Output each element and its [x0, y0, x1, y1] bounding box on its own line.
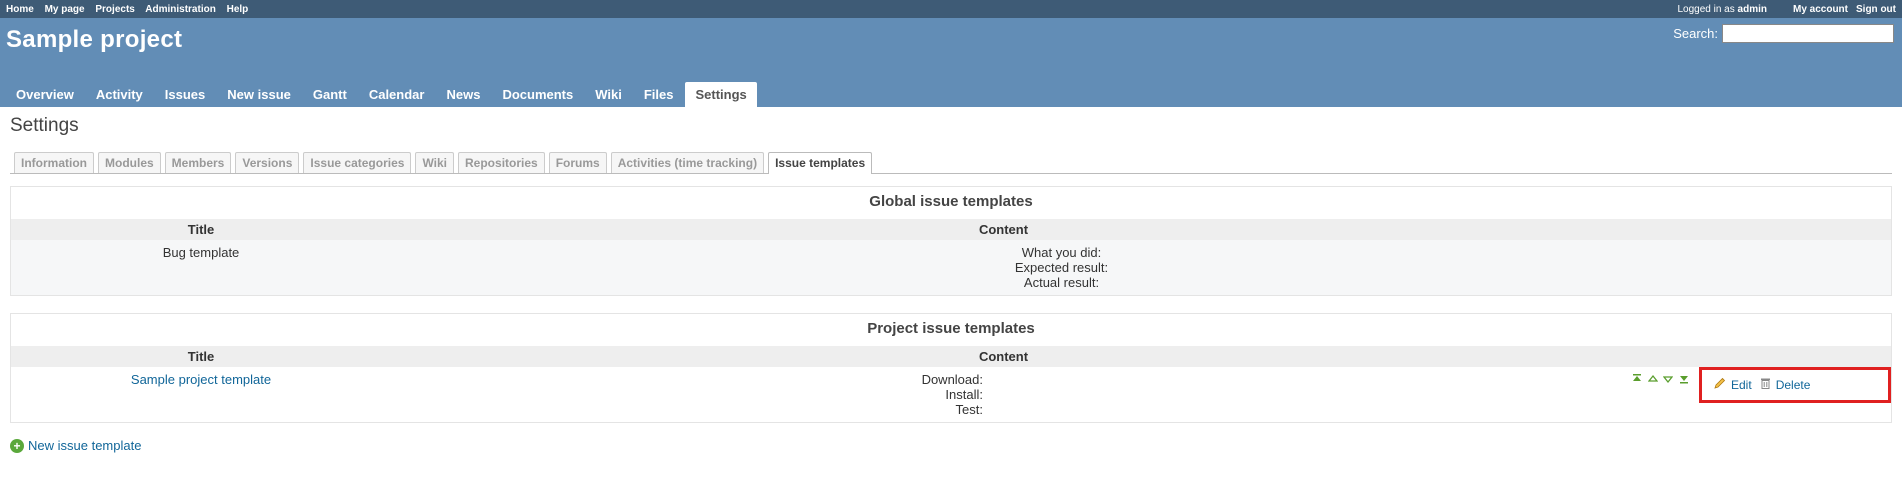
tab-calendar[interactable]: Calendar [359, 82, 435, 107]
top-link-my-page[interactable]: My page [45, 4, 85, 15]
template-actions-highlight: Edit Delete [1699, 367, 1891, 403]
tab-gantt[interactable]: Gantt [303, 82, 357, 107]
column-header-title: Title [11, 219, 391, 240]
my-account-link[interactable]: My account [1793, 4, 1848, 15]
column-header-content: Content [391, 219, 1616, 240]
top-link-home[interactable]: Home [6, 4, 34, 15]
project-templates-heading: Project issue templates [867, 320, 1035, 337]
delete-label: Delete [1775, 377, 1811, 392]
sign-out-link[interactable]: Sign out [1856, 4, 1896, 15]
content-line: Download: [921, 372, 983, 387]
edit-label: Edit [1731, 377, 1752, 392]
column-header-actions [1616, 219, 1891, 240]
tab-activity[interactable]: Activity [86, 82, 153, 107]
settings-tab-versions[interactable]: Versions [235, 152, 300, 173]
tab-overview[interactable]: Overview [6, 82, 84, 107]
column-header-content: Content [391, 346, 1616, 367]
content-line: Expected result: [1014, 260, 1109, 275]
new-issue-template-link[interactable]: + New issue template [10, 438, 1892, 453]
column-header-title: Title [11, 346, 391, 367]
top-link-help[interactable]: Help [227, 4, 249, 15]
template-title-link[interactable]: Sample project template [131, 372, 271, 387]
content-line: Actual result: [1023, 275, 1100, 290]
page-title: Settings [10, 115, 79, 136]
project-templates-table: Title Content Sample project template Do… [11, 346, 1891, 422]
main-menu: Overview Activity Issues New issue Gantt… [6, 82, 759, 107]
settings-tab-members[interactable]: Members [164, 152, 232, 173]
template-title: Bug template [162, 245, 240, 260]
settings-tab-issue-templates[interactable]: Issue templates [768, 152, 873, 174]
delete-button[interactable]: Delete [1760, 377, 1811, 392]
move-up-icon[interactable] [1647, 374, 1659, 384]
settings-tab-wiki[interactable]: Wiki [415, 152, 455, 173]
tab-issues[interactable]: Issues [155, 82, 215, 107]
quick-search: Search: [1673, 24, 1894, 43]
settings-tab-forums[interactable]: Forums [548, 152, 607, 173]
header: Sample project Search: Overview Activity… [0, 18, 1902, 107]
tab-wiki[interactable]: Wiki [585, 82, 632, 107]
logged-in-user-link[interactable]: admin [1738, 4, 1767, 15]
settings-tab-activities[interactable]: Activities (time tracking) [610, 152, 765, 173]
project-title: Sample project [6, 26, 183, 53]
move-to-top-icon[interactable] [1631, 374, 1643, 384]
settings-tab-repositories[interactable]: Repositories [458, 152, 545, 173]
table-row: Bug template What you did: Expected resu… [11, 240, 1891, 295]
template-content: What you did: Expected result: Actual re… [391, 240, 1616, 295]
reorder-controls [1631, 372, 1690, 387]
tab-documents[interactable]: Documents [492, 82, 583, 107]
top-link-projects[interactable]: Projects [95, 4, 134, 15]
settings-tab-information[interactable]: Information [14, 152, 94, 173]
top-menu-links: Home My page Projects Administration Hel… [6, 4, 256, 15]
logged-in-as: Logged in as admin [1677, 4, 1767, 15]
edit-button[interactable]: Edit [1714, 377, 1752, 392]
tab-files[interactable]: Files [634, 82, 684, 107]
settings-tabs: Information Modules Members Versions Iss… [10, 149, 1892, 174]
global-templates-heading: Global issue templates [869, 193, 1033, 210]
top-link-administration[interactable]: Administration [145, 4, 216, 15]
project-templates-box: Project issue templates Title Content Sa… [10, 313, 1892, 423]
trash-icon [1760, 377, 1771, 392]
template-actions [1616, 240, 1891, 295]
template-title-cell: Sample project template [11, 367, 391, 422]
global-templates-box: Global issue templates Title Content Bug… [10, 186, 1892, 296]
tab-new-issue[interactable]: New issue [217, 82, 301, 107]
add-icon: + [10, 438, 24, 453]
settings-tab-modules[interactable]: Modules [98, 152, 161, 173]
top-menu: Home My page Projects Administration Hel… [0, 0, 1902, 18]
settings-tab-issue-categories[interactable]: Issue categories [303, 152, 412, 173]
content-line: Install: [945, 387, 983, 402]
pencil-icon [1714, 377, 1726, 392]
logged-in-prefix: Logged in as [1677, 3, 1735, 15]
tab-news[interactable]: News [436, 82, 490, 107]
column-header-actions [1616, 346, 1891, 367]
search-input[interactable] [1722, 24, 1894, 43]
table-row: Sample project template Download: Instal… [11, 367, 1891, 422]
global-templates-table: Title Content Bug template What you did:… [11, 219, 1891, 295]
account-area: Logged in as admin My account Sign out [1677, 4, 1896, 15]
move-to-bottom-icon[interactable] [1678, 374, 1690, 384]
tab-settings[interactable]: Settings [685, 82, 757, 107]
content-line: What you did: [1021, 245, 1102, 260]
content-line: Test: [955, 402, 983, 417]
content: Settings Information Modules Members Ver… [0, 107, 1902, 459]
template-content-lines: Download: Install: Test: [823, 372, 983, 417]
move-down-icon[interactable] [1662, 374, 1674, 384]
template-content: Download: Install: Test: [391, 367, 1688, 422]
new-issue-template-label[interactable]: New issue template [28, 438, 141, 453]
search-label: Search: [1673, 26, 1718, 41]
